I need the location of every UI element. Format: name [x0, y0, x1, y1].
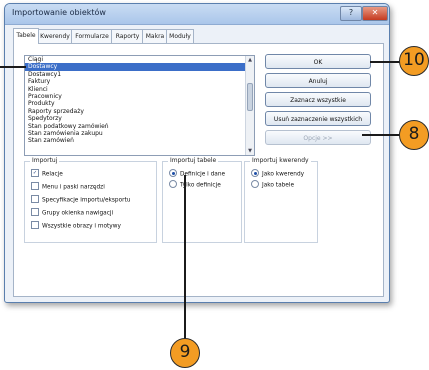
checkbox-icon[interactable]	[31, 195, 39, 203]
window-title: Importowanie obiektów	[12, 8, 106, 17]
deselect-all-button[interactable]: Usuń zaznaczenie wszystkich	[265, 111, 371, 126]
checkbox-icon[interactable]	[31, 182, 39, 190]
option-label: Jako kwerendy	[262, 171, 305, 178]
scroll-down-icon[interactable]: ▼	[246, 147, 254, 155]
tab-forms[interactable]: Formularze	[71, 29, 113, 43]
radio-selected-icon[interactable]	[251, 169, 259, 177]
help-button[interactable]: ?	[340, 6, 362, 21]
list-item[interactable]: Stan podatkowy zamówień	[25, 123, 254, 130]
list-items: Ciągi Dostawcy Dostawcy1 Faktury Klienci Prac…	[25, 56, 254, 145]
callout-leader-list	[0, 66, 26, 68]
list-item[interactable]: Dostawcy	[25, 63, 254, 71]
callout-leader-groups	[184, 175, 186, 339]
ok-button[interactable]: OK	[265, 54, 371, 69]
list-item[interactable]: Produkty	[25, 100, 254, 107]
list-item[interactable]: Klienci	[25, 86, 254, 93]
callout-8: 8	[399, 120, 429, 150]
checkbox-icon[interactable]	[31, 221, 39, 229]
radio-option[interactable]: Jako kwerendy	[251, 169, 305, 178]
checkbox-checked-icon[interactable]: ✓	[31, 169, 39, 177]
scroll-thumb[interactable]	[247, 83, 253, 111]
list-item[interactable]: Spedytorzy	[25, 115, 254, 122]
tab-panel: Ciągi Dostawcy Dostawcy1 Faktury Klienci Prac…	[13, 43, 384, 297]
tables-listbox[interactable]: Ciągi Dostawcy Dostawcy1 Faktury Klienci Prac…	[24, 55, 255, 156]
title-bar: Importowanie obiektów ? ✕	[5, 4, 389, 25]
import-queries-title: Importuj kwerendy	[250, 157, 311, 164]
help-icon: ?	[348, 8, 354, 17]
option-label: Grupy okienka nawigacji	[42, 210, 114, 217]
list-scrollbar[interactable]: ▲ ▼	[245, 56, 254, 155]
radio-selected-icon[interactable]	[169, 169, 177, 177]
list-item[interactable]: Stan zamówień	[25, 137, 254, 144]
list-item[interactable]: Faktury	[25, 78, 254, 85]
list-item[interactable]: Stan zamówienia zakupu	[25, 130, 254, 137]
import-option-checkbox[interactable]: Wszystkie obrazy i motywy	[31, 221, 121, 230]
import-option-checkbox[interactable]: Grupy okienka nawigacji	[31, 208, 114, 217]
option-label: Relacje	[42, 171, 63, 178]
cancel-button[interactable]: Anuluj	[265, 73, 371, 88]
list-item[interactable]: Pracownicy	[25, 93, 254, 100]
option-label: Specyfikacje importu/eksportu	[42, 197, 131, 204]
tab-modules[interactable]: Moduły	[166, 29, 194, 43]
import-tables-group: Importuj tabele Definicje i dane Tylko de…	[162, 157, 242, 243]
radio-icon[interactable]	[251, 180, 259, 188]
import-tables-title: Importuj tabele	[168, 157, 219, 164]
import-option-checkbox[interactable]: ✓ Relacje	[31, 169, 63, 178]
callout-10: 10	[399, 46, 429, 76]
option-label: Jako tabele	[262, 182, 295, 189]
close-button[interactable]: ✕	[362, 6, 388, 21]
option-label: Tylko definicje	[180, 182, 221, 189]
tab-reports[interactable]: Raporty	[111, 29, 144, 43]
import-option-checkbox[interactable]: Specyfikacje importu/eksportu	[31, 195, 131, 204]
tab-queries[interactable]: Kwerendy	[37, 29, 73, 43]
options-button[interactable]: Opcje >>	[265, 130, 371, 145]
callout-9: 9	[170, 338, 200, 368]
select-all-button[interactable]: Zaznacz wszystkie	[265, 92, 371, 107]
import-group: Importuj ✓ Relacje Menu i paski narzędzi Sp…	[24, 157, 157, 243]
import-objects-dialog: Importowanie obiektów ? ✕ Tabele Kwerend…	[4, 3, 390, 303]
radio-icon[interactable]	[169, 180, 177, 188]
list-item[interactable]: Dostawcy1	[25, 71, 254, 78]
import-queries-group: Importuj kwerendy Jako kwerendy Jako tabe…	[244, 157, 318, 243]
option-label: Menu i paski narzędzi	[42, 184, 105, 191]
option-label: Definicje i dane	[180, 171, 226, 178]
option-label: Wszystkie obrazy i motywy	[42, 223, 121, 230]
radio-option[interactable]: Jako tabele	[251, 180, 295, 189]
tab-macros[interactable]: Makra	[142, 29, 168, 43]
import-option-checkbox[interactable]: Menu i paski narzędzi	[31, 182, 105, 191]
import-group-title: Importuj	[30, 157, 60, 164]
checkbox-icon[interactable]	[31, 208, 39, 216]
close-icon: ✕	[371, 8, 379, 17]
list-item[interactable]: Raporty sprzedaży	[25, 108, 254, 115]
radio-option[interactable]: Tylko definicje	[169, 180, 221, 189]
list-item[interactable]: Ciągi	[25, 56, 254, 63]
radio-option[interactable]: Definicje i dane	[169, 169, 226, 178]
scroll-up-icon[interactable]: ▲	[246, 56, 254, 64]
tab-tables[interactable]: Tabele	[13, 28, 39, 44]
